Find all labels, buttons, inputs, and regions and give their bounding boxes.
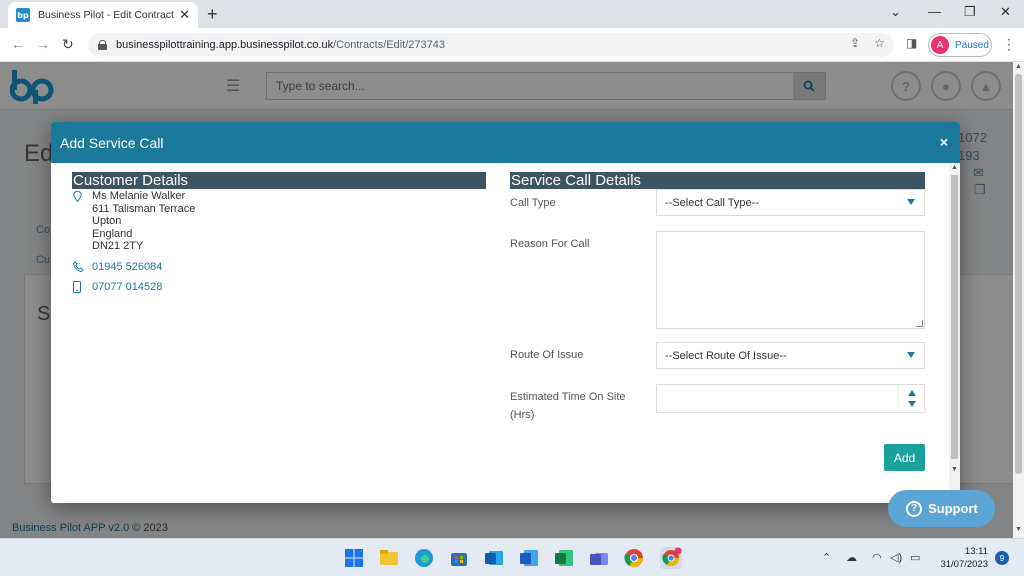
volume-icon[interactable]: ◁) — [890, 551, 902, 564]
windows-start-icon[interactable] — [343, 547, 365, 569]
address-line: Upton — [92, 215, 122, 227]
modal-scrollbar[interactable]: ▲ ▼ — [949, 163, 960, 503]
chrome-active-icon[interactable] — [660, 547, 682, 569]
add-button[interactable]: Add — [884, 444, 925, 471]
taskbar-clock[interactable]: 13:11 31/07/2023 — [938, 545, 988, 571]
route-label: Route Of Issue — [510, 349, 584, 361]
page-scrollbar[interactable]: ▲ ▼ — [1013, 62, 1024, 538]
profile-status: Paused — [955, 39, 989, 51]
route-value: --Select Route Of Issue-- — [665, 349, 787, 362]
outlook-icon[interactable] — [483, 547, 505, 569]
taskbar: ⌃ ☁ ◠ ◁) ▭ 13:11 31/07/2023 9 — [0, 538, 1024, 576]
tab-title: Business Pilot - Edit Contract — [38, 9, 174, 21]
browser-tab[interactable]: bp Business Pilot - Edit Contract ✕ — [8, 2, 198, 28]
side-panel-icon[interactable]: ◨ — [906, 36, 917, 50]
new-tab-icon[interactable]: + — [207, 4, 218, 25]
scroll-down-icon[interactable]: ▼ — [951, 466, 958, 473]
reason-textarea[interactable] — [656, 231, 925, 329]
store-icon[interactable] — [448, 547, 470, 569]
tab-search-chevron-icon[interactable]: ⌄ — [890, 4, 901, 20]
mobile-phone-icon — [73, 281, 81, 296]
customer-name: Ms Melanie Walker — [92, 190, 186, 202]
scroll-up-icon[interactable]: ▲ — [951, 164, 958, 171]
customer-details-heading: Customer Details — [72, 172, 486, 189]
location-pin-icon — [73, 190, 82, 205]
avatar: A — [931, 36, 949, 54]
time-label-line-2: (Hrs) — [510, 409, 535, 421]
support-button[interactable]: ? Support — [888, 490, 995, 527]
edge-browser-icon[interactable] — [413, 547, 435, 569]
favicon: bp — [16, 8, 30, 22]
tab-close-icon[interactable]: ✕ — [179, 7, 190, 23]
modal-close-icon[interactable]: × — [940, 134, 948, 150]
add-service-call-modal: Add Service Call × Customer Details Ms M… — [51, 122, 960, 503]
address-line: England — [92, 227, 133, 240]
address-line: 611 Talisman Terrace — [92, 202, 196, 215]
url-host: businesspilottraining.app.businesspilot.… — [116, 39, 334, 51]
address-bar[interactable]: businesspilottraining.app.businesspilot.… — [88, 33, 894, 57]
forward-icon[interactable]: → — [36, 36, 50, 52]
support-label: Support — [928, 501, 978, 516]
phone-icon — [72, 261, 84, 275]
scroll-up-icon[interactable]: ▲ — [1015, 63, 1022, 70]
bookmark-star-icon[interactable]: ☆ — [874, 36, 885, 50]
file-explorer-icon[interactable] — [378, 547, 400, 569]
url-path: /Contracts/Edit/273743 — [333, 39, 445, 51]
call-type-select[interactable]: --Select Call Type-- — [656, 189, 925, 216]
tray-chevron-up-icon[interactable]: ⌃ — [822, 551, 831, 564]
scroll-thumb[interactable] — [1015, 74, 1022, 474]
chrome-icon[interactable] — [623, 547, 645, 569]
address-line: DN21 2TY — [92, 240, 144, 252]
wifi-icon[interactable]: ◠ — [872, 551, 882, 564]
modal-header: Add Service Call × — [51, 122, 960, 163]
customer-address: Ms Melanie Walker 611 Talisman Terrace U… — [92, 190, 195, 253]
browser-tabstrip: bp Business Pilot - Edit Contract ✕ + ⌄ … — [0, 0, 1024, 28]
battery-icon[interactable]: ▭ — [910, 551, 920, 564]
notification-count-badge[interactable]: 9 — [995, 551, 1009, 565]
number-spinner[interactable] — [898, 385, 924, 412]
window-close-icon[interactable]: ✕ — [1000, 4, 1011, 20]
scroll-down-icon[interactable]: ▼ — [1015, 526, 1022, 533]
profile-button[interactable]: A Paused — [928, 33, 992, 57]
lock-icon — [98, 40, 107, 50]
route-select[interactable]: --Select Route Of Issue-- — [656, 342, 925, 369]
resize-handle-icon[interactable] — [916, 320, 923, 327]
back-icon[interactable]: ← — [11, 36, 25, 52]
clock-time: 13:11 — [964, 546, 988, 557]
chevron-down-icon — [907, 352, 915, 358]
scroll-thumb[interactable] — [951, 175, 958, 459]
customer-mobile-link[interactable]: 07077 014528 — [92, 281, 162, 293]
word-icon[interactable] — [518, 547, 540, 569]
restore-icon[interactable]: ❐ — [964, 4, 976, 20]
customer-phone-link[interactable]: 01945 526084 — [92, 261, 162, 273]
call-type-label: Call Type — [510, 197, 556, 209]
call-type-value: --Select Call Type-- — [665, 196, 759, 209]
browser-menu-icon[interactable]: ⋮ — [1002, 36, 1016, 53]
teams-icon[interactable] — [588, 547, 610, 569]
reason-label: Reason For Call — [510, 238, 590, 250]
time-label-line-1: Estimated Time On Site — [510, 391, 626, 403]
clock-date: 31/07/2023 — [940, 559, 988, 570]
share-icon[interactable]: ⇪ — [850, 36, 860, 50]
onedrive-cloud-icon[interactable]: ☁ — [846, 551, 857, 564]
service-call-details-heading: Service Call Details — [510, 172, 925, 189]
spin-up-icon[interactable] — [908, 390, 916, 396]
browser-toolbar: ← → ↻ businesspilottraining.app.business… — [0, 28, 1024, 62]
spin-down-icon[interactable] — [908, 401, 916, 407]
time-label: Estimated Time On Site (Hrs) — [510, 388, 626, 424]
question-icon: ? — [906, 500, 922, 517]
chevron-down-icon — [907, 199, 915, 205]
reload-icon[interactable]: ↻ — [62, 36, 74, 53]
minimize-icon[interactable]: — — [928, 4, 941, 19]
modal-title: Add Service Call — [60, 134, 164, 151]
estimated-time-input[interactable] — [656, 384, 925, 413]
excel-icon[interactable] — [553, 547, 575, 569]
modal-body: Customer Details Ms Melanie Walker 611 T… — [51, 163, 949, 503]
